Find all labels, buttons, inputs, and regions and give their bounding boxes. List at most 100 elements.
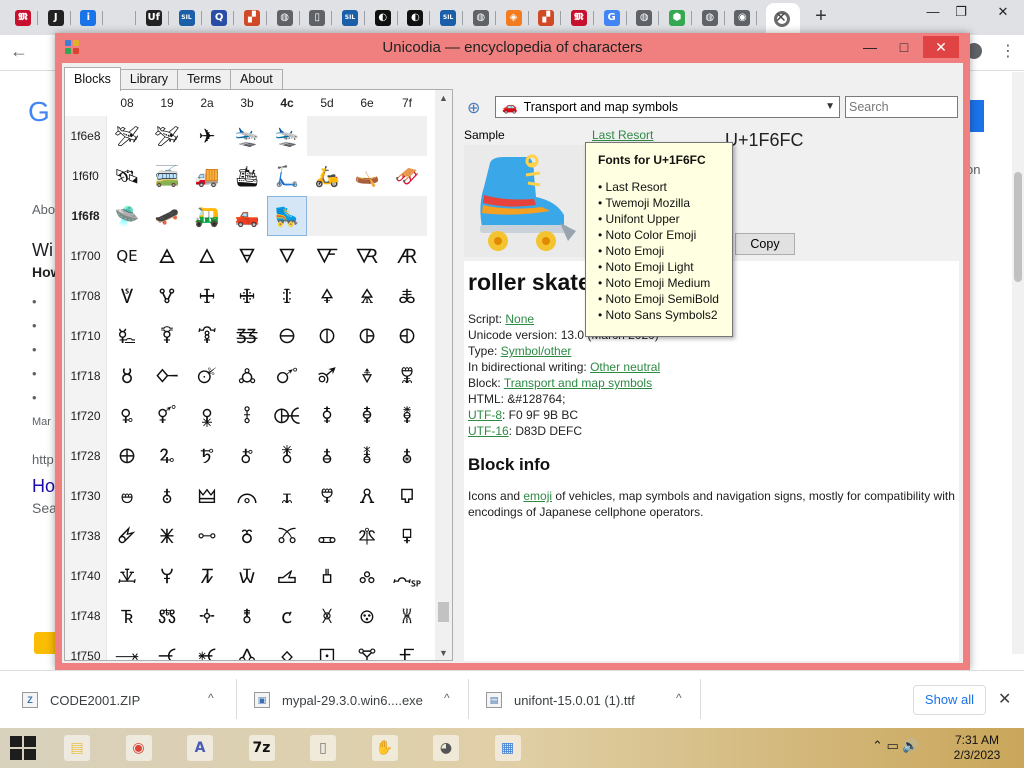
grid-cell[interactable]: 🝕 (307, 636, 347, 660)
grid-cell[interactable]: 🝓 (227, 636, 267, 660)
grid-cell[interactable]: 🜨 (107, 436, 147, 476)
grid-cell[interactable]: 🜭 (307, 436, 347, 476)
grid-cell[interactable]: 🜿 (387, 516, 427, 556)
block-link[interactable]: Transport and map symbols (504, 376, 652, 390)
chevron-down-icon[interactable]: ▼ (825, 97, 835, 117)
grid-cell[interactable]: 🛴 (267, 156, 307, 196)
grid-cell[interactable]: 🝎 (347, 596, 387, 636)
browser-tab[interactable]: ⬢ (662, 5, 692, 31)
grid-cell[interactable]: 🝊 (187, 596, 227, 636)
grid-cell[interactable]: 🜽 (307, 516, 347, 556)
grid-cell[interactable]: 🜝 (307, 356, 347, 396)
grid-cell[interactable]: 🜣 (227, 396, 267, 436)
utf16-link[interactable]: UTF-16 (468, 424, 509, 438)
scroll-up-arrow-icon[interactable]: ▲ (435, 90, 452, 107)
grid-cell[interactable]: 🛰 (107, 156, 147, 196)
browser-tab[interactable]: G (597, 5, 627, 31)
copy-button[interactable]: Copy (735, 233, 795, 255)
grid-cell[interactable]: 🛳 (227, 156, 267, 196)
close-downloads-bar-button[interactable]: ✕ (998, 689, 1011, 709)
grid-cell[interactable]: 🜱 (147, 476, 187, 516)
taskbar-app[interactable]: A (175, 730, 225, 766)
page-scrollbar[interactable] (1012, 72, 1024, 654)
grid-cell[interactable]: 🜵 (307, 476, 347, 516)
grid-cell[interactable]: 🚚 (187, 156, 227, 196)
grid-cell[interactable]: 🜡 (147, 396, 187, 436)
grid-cell[interactable]: 🜴 (267, 476, 307, 516)
grid-cell[interactable]: 🜖 (347, 316, 387, 356)
grid-cell[interactable]: ✈ (187, 116, 227, 156)
grid-cell[interactable]: 🝁 (147, 556, 187, 596)
close-tab-button[interactable]: ✕ (775, 9, 787, 26)
grid-cell[interactable]: 🜏 (387, 276, 427, 316)
browser-minimize-button[interactable]: — (922, 4, 944, 20)
download-item[interactable]: ▤ unifont-15.0.01 (1).ttf ^ (486, 685, 706, 715)
grid-cell[interactable]: 🜁 (147, 236, 187, 276)
browser-tab[interactable]: i (73, 5, 104, 31)
grid-cell[interactable]: 🜺 (187, 516, 227, 556)
script-link[interactable]: Non​e (505, 312, 534, 326)
grid-cell[interactable]: 🛻 (227, 196, 267, 236)
grid-cell[interactable]: 🜠 (107, 396, 147, 436)
browser-tab[interactable]: SIL (335, 5, 365, 31)
grid-cell[interactable]: 🜩 (147, 436, 187, 476)
browser-tab[interactable]: ◈ (499, 5, 529, 31)
tab-blocks[interactable]: Blocks (64, 67, 121, 91)
grid-cell[interactable]: 🛼 (267, 196, 307, 236)
taskbar-clock[interactable]: 7:31 AM 2/3/2023 (942, 733, 1012, 763)
page-scrollbar-thumb[interactable] (1014, 172, 1022, 282)
grid-cell[interactable]: 🝄 (267, 556, 307, 596)
grid-cell[interactable]: 🚎 (147, 156, 187, 196)
grid-cell[interactable]: 🝃 (227, 556, 267, 596)
browser-tab[interactable]: ◍ (270, 5, 300, 31)
type-link[interactable]: Symbol/other (501, 344, 572, 358)
grid-cell[interactable]: 🜉 (147, 276, 187, 316)
grid-cell[interactable]: 🜇 (387, 236, 427, 276)
grid-cell[interactable]: 🝑 (147, 636, 187, 660)
block-selector[interactable]: 🚗 Transport and map symbols ▼ (495, 96, 840, 118)
grid-cell[interactable]: 🝖 (347, 636, 387, 660)
grid-cell[interactable]: 🜸 (107, 516, 147, 556)
grid-cell[interactable]: 🜊 (187, 276, 227, 316)
grid-cell[interactable]: 🜙 (147, 356, 187, 396)
grid-cell[interactable]: QE (107, 236, 147, 276)
download-options-chevron-icon[interactable]: ^ (676, 691, 682, 705)
grid-cell[interactable]: 🛬 (267, 116, 307, 156)
grid-cell[interactable]: 🝏 (387, 596, 427, 636)
grid-cell[interactable]: 🛹 (147, 196, 187, 236)
grid-cell[interactable]: 🝀 (107, 556, 147, 596)
grid-cell[interactable]: 🜎 (347, 276, 387, 316)
browser-tab[interactable]: 𝕸 (564, 5, 594, 31)
browser-tab[interactable] (106, 5, 137, 31)
browser-tab[interactable]: ◍ (629, 5, 660, 31)
browser-tab[interactable]: ▞ (531, 5, 562, 31)
grid-cell[interactable]: 🜻 (227, 516, 267, 556)
grid-cell[interactable]: 🝗 (387, 636, 427, 660)
app-close-button[interactable]: ✕ (923, 36, 959, 58)
grid-cell[interactable]: 🝇 (387, 556, 427, 596)
browser-tab[interactable]: Q (204, 5, 235, 31)
grid-cell[interactable]: 🜕 (307, 316, 347, 356)
grid-cell[interactable]: 🝈 (107, 596, 147, 636)
grid-cell[interactable]: 🝐 (107, 636, 147, 660)
grid-cell[interactable]: 🜐 (107, 316, 147, 356)
grid-cell[interactable]: 🝂 (187, 556, 227, 596)
browser-menu-button[interactable]: ⋮ (1000, 41, 1016, 61)
browser-tab[interactable]: SIL (172, 5, 202, 31)
browser-tab[interactable]: Uf (139, 5, 169, 31)
grid-cell[interactable]: 🜬 (267, 436, 307, 476)
grid-cell[interactable]: 🜰 (107, 476, 147, 516)
grid-cell[interactable]: 🜗 (387, 316, 427, 356)
browser-tab[interactable]: ◍ (466, 5, 496, 31)
font-link[interactable]: Last Resort (592, 128, 653, 142)
tab-about[interactable]: About (230, 69, 283, 89)
grid-cell[interactable]: 🜢 (187, 396, 227, 436)
download-options-chevron-icon[interactable]: ^ (444, 691, 450, 705)
scroll-down-arrow-icon[interactable]: ▼ (435, 645, 452, 660)
windows-start-button[interactable] (10, 736, 36, 760)
grid-cell[interactable]: 🜔 (267, 316, 307, 356)
grid-cell[interactable]: 🝌 (267, 596, 307, 636)
grid-cell[interactable]: 🜤 (267, 396, 307, 436)
grid-cell[interactable]: 🛵 (307, 156, 347, 196)
search-input[interactable] (845, 96, 958, 118)
